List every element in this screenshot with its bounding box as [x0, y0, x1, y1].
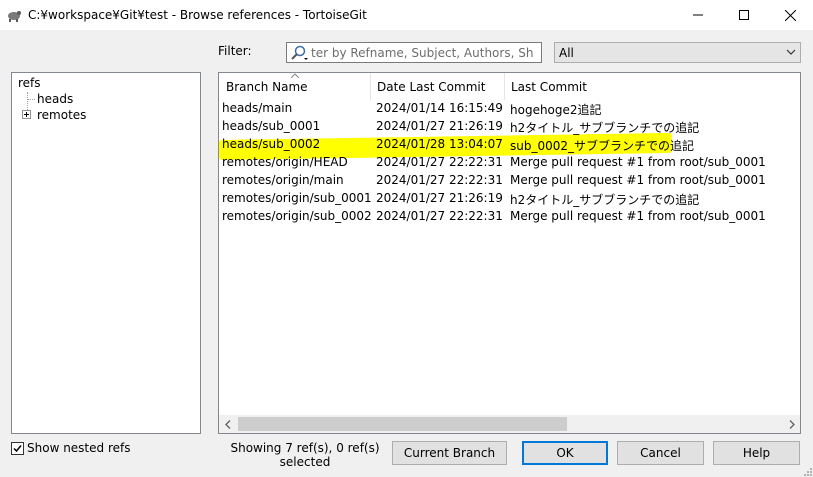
filter-scope-select[interactable]: All [554, 42, 801, 63]
table-row[interactable]: remotes/origin/sub_0002 2024/01/27 22:22… [219, 208, 800, 226]
filter-scope-value: All [559, 46, 574, 60]
cell-date: 2024/01/27 21:26:19 [376, 119, 503, 133]
scroll-right-button[interactable] [783, 415, 800, 433]
tree-node-heads[interactable]: heads [37, 92, 73, 106]
maximize-icon [739, 10, 749, 20]
column-date-last-commit[interactable]: Date Last Commit [370, 73, 504, 100]
show-nested-refs-label[interactable]: Show nested refs [27, 441, 130, 455]
resize-grip-icon[interactable] [802, 466, 812, 476]
cell-commit: h2タイトル_サブブランチでの追記 [510, 121, 700, 135]
tree-node-refs[interactable]: refs [18, 76, 41, 90]
cell-branch: heads/sub_0001 [222, 119, 321, 133]
scroll-thumb[interactable] [238, 417, 567, 431]
show-nested-refs-checkbox[interactable] [11, 441, 24, 455]
cell-commit: Merge pull request #1 from root/sub_0001 [510, 173, 766, 187]
cell-branch: remotes/origin/main [222, 173, 344, 187]
tree-node-remotes[interactable]: remotes [37, 108, 86, 122]
minimize-button[interactable] [675, 0, 721, 30]
search-icon[interactable] [289, 44, 309, 62]
cancel-button[interactable]: Cancel [617, 441, 704, 465]
table-row[interactable]: heads/sub_0002 2024/01/28 13:04:07 sub_0… [219, 136, 800, 154]
table-row[interactable]: remotes/origin/main 2024/01/27 22:22:31 … [219, 172, 800, 190]
window-title: C:¥workspace¥Git¥test - Browse reference… [28, 8, 367, 22]
cell-date: 2024/01/27 22:22:31 [376, 209, 503, 223]
cell-commit: h2タイトル_サブブランチでの追記 [510, 193, 700, 207]
table-row[interactable]: remotes/origin/HEAD 2024/01/27 22:22:31 … [219, 154, 800, 172]
filter-input-box[interactable] [286, 42, 542, 63]
sort-ascending-icon [291, 73, 299, 78]
checkmark-icon [13, 444, 22, 452]
cell-date: 2024/01/27 21:26:19 [376, 191, 503, 205]
column-branch-name[interactable]: Branch Name [219, 73, 370, 100]
column-label: Date Last Commit [377, 80, 486, 94]
chevron-left-icon [224, 419, 230, 429]
cell-date: 2024/01/27 22:22:31 [376, 173, 503, 187]
expand-plus-icon[interactable] [22, 110, 31, 119]
column-label: Branch Name [226, 80, 308, 94]
cell-commit: sub_0002_サブブランチでの追記 [510, 139, 695, 153]
cell-date: 2024/01/27 22:22:31 [376, 155, 503, 169]
close-button[interactable] [767, 0, 813, 30]
selection-status: Showing 7 ref(s), 0 ref(s) selected [230, 441, 380, 467]
minimize-icon [693, 14, 703, 16]
cell-branch: heads/sub_0002 [222, 137, 321, 151]
cell-commit: Merge pull request #1 from root/sub_0001 [510, 155, 766, 169]
cell-branch: heads/main [222, 101, 293, 115]
cell-date: 2024/01/14 16:15:49 [376, 101, 503, 115]
horizontal-scrollbar[interactable] [219, 415, 800, 433]
table-row[interactable]: remotes/origin/sub_0001 2024/01/27 21:26… [219, 190, 800, 208]
cell-branch: remotes/origin/HEAD [222, 155, 348, 169]
table-row[interactable]: heads/main 2024/01/14 16:15:49 hogehoge2… [219, 100, 800, 118]
cell-branch: remotes/origin/sub_0001 [222, 191, 372, 205]
chevron-down-icon [786, 49, 796, 55]
tortoisegit-icon [8, 11, 21, 22]
chevron-right-icon [789, 419, 795, 429]
refs-list[interactable]: Branch Name Date Last Commit Last Commit… [218, 72, 801, 434]
cell-branch: remotes/origin/sub_0002 [222, 209, 372, 223]
refs-tree[interactable]: refs heads remotes [11, 72, 201, 434]
help-button[interactable]: Help [713, 441, 800, 465]
column-label: Last Commit [511, 80, 587, 94]
current-branch-button[interactable]: Current Branch [392, 441, 507, 465]
filter-label: Filter: [218, 44, 252, 58]
close-icon [784, 9, 796, 21]
cell-commit: hogehoge2追記 [510, 103, 602, 117]
cell-commit: Merge pull request #1 from root/sub_0001 [510, 209, 766, 223]
cell-date: 2024/01/28 13:04:07 [376, 137, 503, 151]
filter-input[interactable] [311, 44, 539, 61]
ok-button[interactable]: OK [522, 441, 608, 465]
scroll-left-button[interactable] [219, 415, 236, 433]
maximize-button[interactable] [721, 0, 767, 30]
table-row[interactable]: heads/sub_0001 2024/01/27 21:26:19 h2タイト… [219, 118, 800, 136]
tree-connector [27, 99, 35, 100]
show-nested-refs-option[interactable]: Show nested refs [11, 441, 130, 455]
column-last-commit[interactable]: Last Commit [504, 73, 800, 100]
title-bar: C:¥workspace¥Git¥test - Browse reference… [0, 0, 813, 30]
